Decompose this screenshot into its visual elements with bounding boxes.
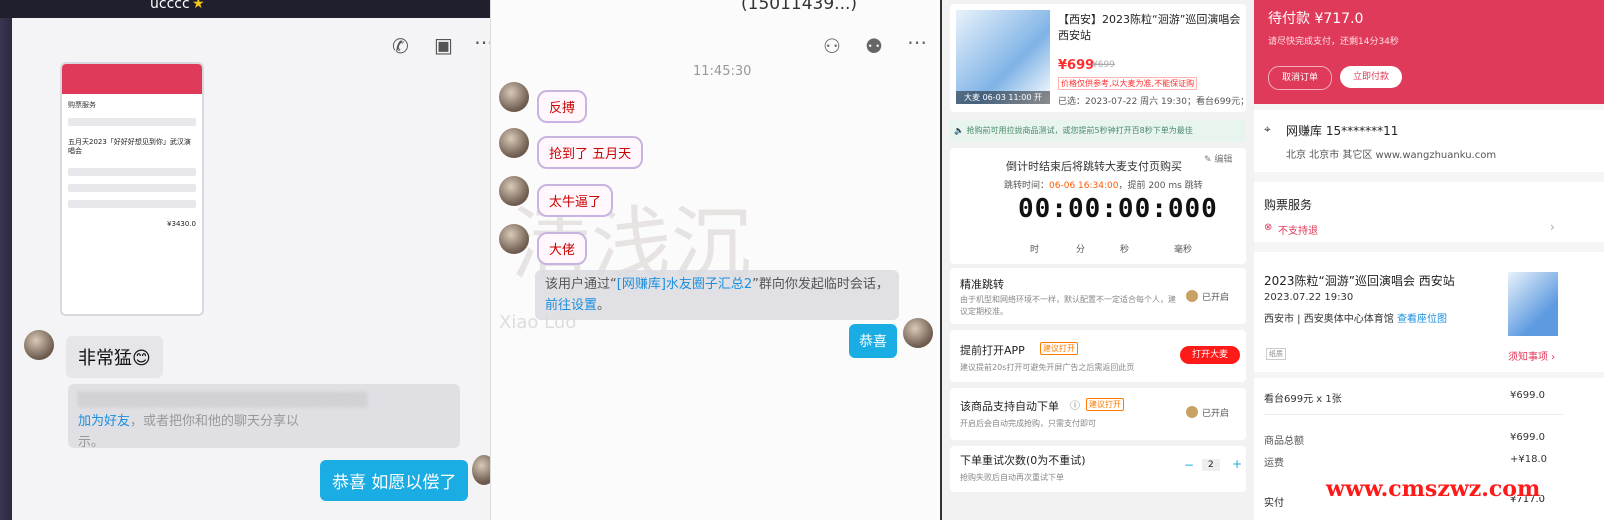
unit-minute: 分	[1076, 245, 1086, 255]
recipient: 网赚库 15*******11	[1286, 124, 1399, 138]
add-friend-link[interactable]: 加为好友	[78, 414, 130, 429]
increment-button[interactable]: +	[1232, 457, 1242, 471]
add-member-icon[interactable]: ⚇	[823, 34, 841, 58]
screenshot-event: 五月天2023「好好好想见到你」武汉演唱会	[68, 138, 191, 155]
chat-title: ucccc	[150, 0, 190, 12]
self-avatar[interactable]	[472, 455, 490, 485]
countdown-title: 倒计时结束后将跳转大麦支付页购买	[1006, 160, 1182, 173]
message-bubble[interactable]: 非常猛😊	[66, 336, 163, 378]
pending-amount: 待付款 ¥717.0	[1268, 11, 1364, 27]
temp-session-notice: 该用户通过“[网赚库]水友圈子汇总2”群向你发起临时会话，前往设置。	[535, 270, 899, 320]
venue: 西安市 | 西安奥体中心体育馆	[1264, 314, 1394, 325]
edit-icon: ✎	[1204, 155, 1212, 165]
sent-message-bubble[interactable]: 恭喜 如愿以偿了	[320, 460, 469, 501]
precise-jump-toggle[interactable]	[1186, 290, 1198, 302]
unit-second: 秒	[1120, 245, 1130, 255]
left-chat-topbar: ucccc ★	[0, 0, 490, 18]
pay-now-button[interactable]: 立即付款	[1340, 66, 1402, 88]
group-link[interactable]: [网赚库]水友圈子汇总2	[617, 277, 752, 292]
screenshot-section: 购票服务	[68, 101, 96, 109]
contact-avatar[interactable]	[499, 176, 529, 206]
message-time: 11:45:30	[693, 64, 752, 79]
retry-count-input[interactable]: 2	[1202, 459, 1220, 471]
no-refund-icon: ⊗	[1264, 222, 1273, 233]
middle-chat-panel: (15011439...) ⚇ ⚉ ⋯ 11:45:30 清浅沉 Xiao Lu…	[490, 0, 941, 520]
product-title: 【西安】2023陈粒“洄游”巡回演唱会 西安站	[1058, 13, 1241, 42]
unit-hour: 时	[1030, 245, 1040, 255]
order-panel: 待付款 ¥717.0 请尽快完成支付，还剩14分34秒 取消订单 立即付款 ⌖ …	[1254, 0, 1604, 520]
screenshot-header	[62, 64, 202, 94]
sent-message-bubble[interactable]: 恭喜	[849, 324, 897, 358]
countdown-card: 倒计时结束后将跳转大麦支付页购买 ✎ 编辑 跳转时间：06-06 16:34:0…	[950, 148, 1246, 264]
recommend-badge: 建议打开	[1086, 398, 1124, 411]
more-icon[interactable]: ⋯	[474, 30, 490, 54]
contact-avatar[interactable]	[499, 82, 529, 112]
blurred-system-notice: ░░░░░░░░░░░░░░░░░░░░░░░░░░░░░ 加为好友，或者把你和…	[68, 384, 460, 450]
open-damai-button[interactable]: 打开大麦	[1180, 346, 1240, 364]
chat-title: (15011439...)	[741, 0, 858, 14]
sticker-message[interactable]: 大佬	[537, 232, 588, 265]
decrement-button[interactable]: −	[1184, 458, 1194, 472]
early-open-setting[interactable]: 提前打开APP 建议打开 建议提前20s打开可避免开屏广告之后需返回此页 打开大…	[950, 330, 1246, 382]
tips-banner: 🔈 抢购前可用拉拢商品测试，或您提前5秒钟打开百8秒下单为最佳	[950, 120, 1246, 142]
service-title: 购票服务	[1264, 198, 1313, 212]
price-disclaimer-tag: 价格仅供参考,以大麦为准,不能保证购	[1058, 77, 1198, 90]
location-icon: ⌖	[1264, 122, 1271, 136]
countdown-timer: 00:00:00:000	[1018, 194, 1218, 224]
self-avatar[interactable]	[903, 318, 933, 348]
edit-button[interactable]: ✎ 编辑	[1204, 152, 1232, 165]
ticket-tool-panel: 大麦 06-03 11:00 开 【西安】2023陈粒“洄游”巡回演唱会 西安站…	[940, 0, 1254, 520]
screenshot-total: ¥3430.0	[167, 220, 196, 228]
left-chat-panel: ucccc ★ ✆ ▣ ⋯ 购票服务 五月天2023「好好好想见到你」武汉演唱会…	[0, 0, 490, 520]
pay-countdown: 请尽快完成支付，还剩14分34秒	[1268, 37, 1399, 47]
event-card[interactable]: 2023陈粒“洄游”巡回演唱会 西安站 2023.07.22 19:30 西安市…	[1254, 252, 1604, 372]
contact-avatar[interactable]	[499, 224, 529, 254]
poster-image: 大麦 06-03 11:00 开	[956, 10, 1050, 104]
event-title: 2023陈粒“洄游”巡回演唱会 西安站	[1264, 274, 1455, 288]
sticker-message[interactable]: 抢到了 五月天	[537, 136, 644, 169]
auto-order-toggle[interactable]	[1186, 406, 1198, 418]
product-price: ¥699	[1058, 58, 1095, 73]
event-time: 2023.07.22 19:30	[1264, 292, 1354, 303]
auto-order-setting[interactable]: 该商品支持自动下单 ⓘ 建议打开 开启后会自动完成抢购，只需支付即可 已开启	[950, 388, 1246, 440]
product-card[interactable]: 大麦 06-03 11:00 开 【西安】2023陈粒“洄游”巡回演唱会 西安站…	[950, 4, 1250, 112]
unit-millisecond: 毫秒	[1174, 245, 1193, 255]
event-poster	[1508, 272, 1558, 336]
voice-call-icon[interactable]: ✆	[392, 34, 409, 58]
address-card[interactable]: ⌖ 网赚库 15*******11 北京 北京市 其它区 www.wangzhu…	[1254, 110, 1604, 172]
precise-jump-setting[interactable]: 精准跳转 由于机型和网络环境不一样，默认配置不一定适合每个人，建议定期校准。 已…	[950, 268, 1246, 324]
shared-screenshot[interactable]: 购票服务 五月天2023「好好好想见到你」武汉演唱会 ¥3430.0	[60, 62, 204, 316]
original-price: ¥699	[1092, 60, 1115, 70]
retry-setting: 下单重试次数(0为不重试) 抢购失败后自动再次重试下单 − 2 +	[950, 446, 1246, 492]
recommend-badge: 建议打开	[1040, 342, 1078, 355]
star-icon: ★	[192, 0, 205, 12]
block-member-icon[interactable]: ⚉	[865, 34, 883, 58]
selected-session: 已选：2023-07-22 周六 19:30；看台699元；	[1058, 97, 1250, 107]
more-icon[interactable]: ⋯	[907, 30, 927, 54]
chevron-right-icon: ›	[1550, 220, 1555, 234]
sticker-message[interactable]: 太牛逼了	[537, 184, 614, 217]
ticket-type-tag: 纸质	[1266, 348, 1286, 360]
contact-avatar[interactable]	[499, 128, 529, 158]
sticker-message[interactable]: 反搏	[537, 90, 588, 123]
jump-time: 跳转时间：06-06 16:34:00，提前 200 ms 跳转	[1004, 181, 1203, 191]
service-item: 不支持退	[1278, 226, 1318, 237]
seat-map-link[interactable]: 查看座位图	[1397, 310, 1447, 325]
address: 北京 北京市 其它区 www.wangzhuanku.com	[1286, 150, 1497, 161]
speaker-icon: 🔈	[954, 126, 964, 135]
order-header: 待付款 ¥717.0 请尽快完成支付，还剩14分34秒 取消订单 立即付款	[1254, 0, 1604, 104]
ticket-service-card[interactable]: 购票服务 ⊗ 不支持退 ›	[1254, 182, 1604, 242]
notice-link[interactable]: 须知事项 ›	[1508, 348, 1555, 363]
contact-avatar[interactable]	[24, 330, 54, 360]
site-watermark: www.cmszwz.com	[1326, 476, 1541, 502]
cancel-order-button[interactable]: 取消订单	[1268, 66, 1332, 90]
help-icon[interactable]: ⓘ	[1070, 397, 1080, 412]
video-call-icon[interactable]: ▣	[434, 33, 453, 57]
settings-link[interactable]: 前往设置	[545, 298, 597, 313]
